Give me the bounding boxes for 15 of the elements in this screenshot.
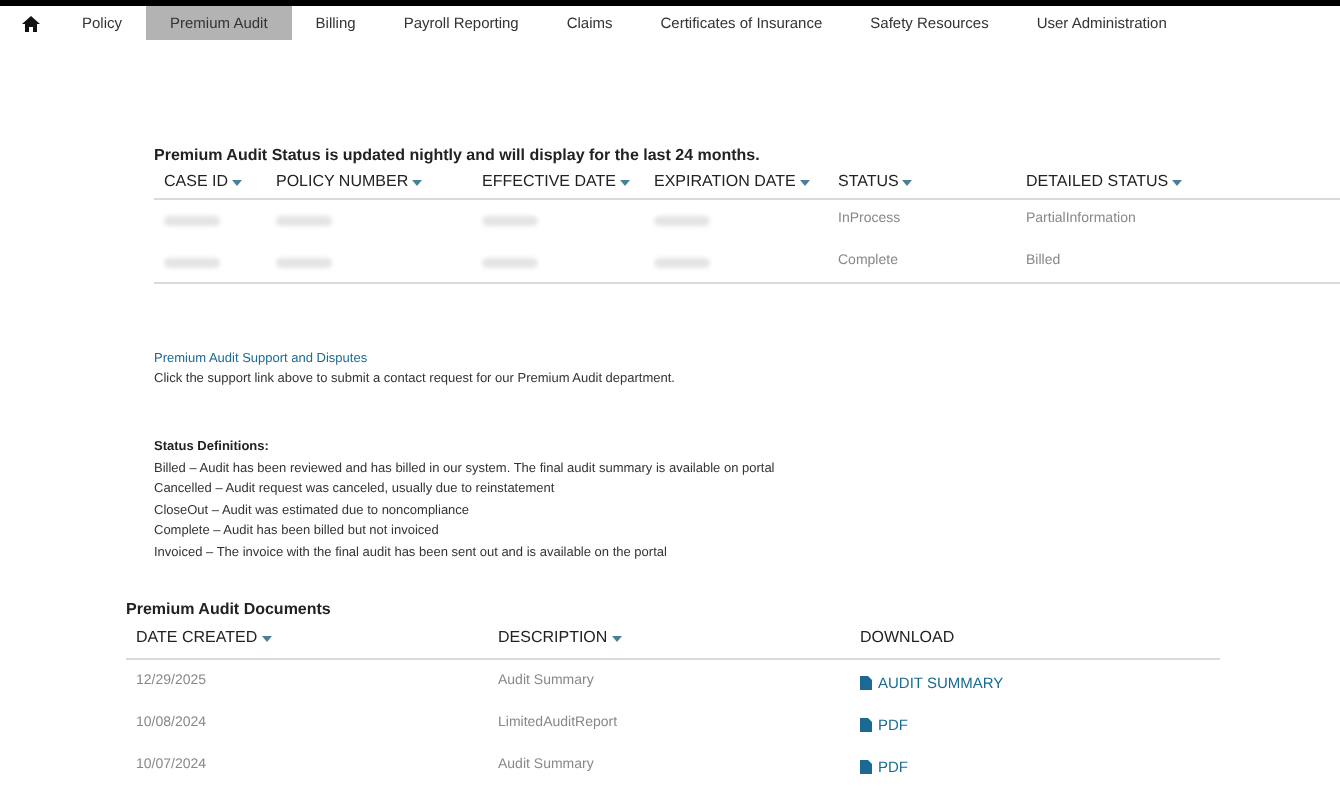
column-header[interactable]: DETAILED STATUS	[1026, 170, 1169, 194]
home-icon[interactable]	[22, 15, 40, 31]
column-header[interactable]: CASE ID	[164, 170, 229, 194]
document-icon	[860, 717, 872, 732]
status-heading: Premium Audit Status is updated nightly and will display for the last 24 months.	[154, 144, 762, 166]
column-header[interactable]: EXPIRATION DATE	[654, 170, 796, 194]
column-header[interactable]: STATUS	[838, 170, 899, 194]
column-header[interactable]: EFFECTIVE DATE	[482, 170, 616, 194]
column-header[interactable]: POLICY NUMBER	[276, 170, 409, 194]
document-icon	[860, 759, 872, 774]
column-header: DOWNLOAD	[860, 626, 955, 651]
column-header[interactable]: DESCRIPTION	[498, 626, 608, 651]
column-header[interactable]: DATE CREATED	[136, 626, 258, 651]
documents-heading: Premium Audit Documents	[126, 598, 333, 619]
document-icon	[860, 675, 872, 690]
